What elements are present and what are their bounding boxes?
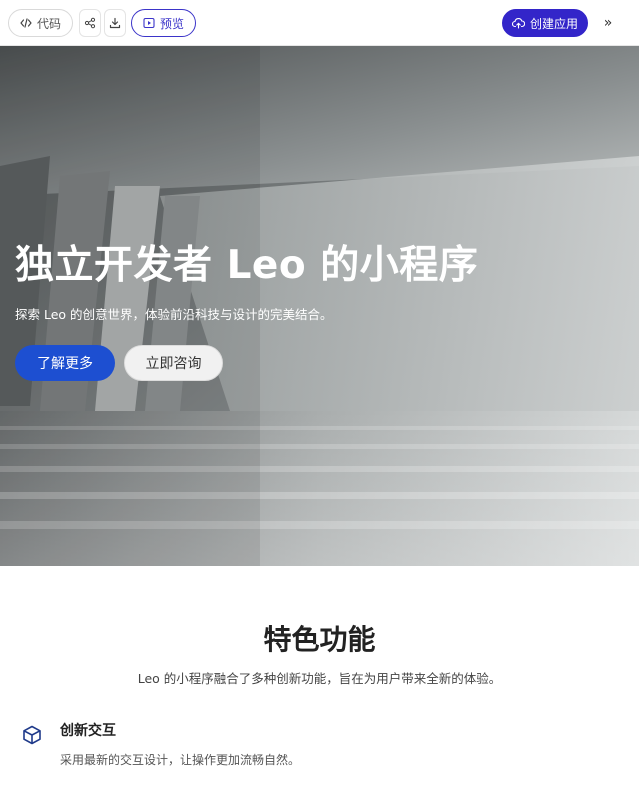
share-icon bbox=[84, 17, 96, 29]
hero-subtitle: 探索 Leo 的创意世界，体验前沿科技与设计的完美结合。 bbox=[15, 307, 333, 322]
code-button[interactable]: 代码 bbox=[8, 9, 73, 37]
hero-title: 独立开发者 Leo 的小程序 bbox=[15, 243, 479, 288]
hero-section: 独立开发者 Leo 的小程序 探索 Leo 的创意世界，体验前沿科技与设计的完美… bbox=[0, 46, 639, 566]
features-subtitle: Leo 的小程序融合了多种创新功能，旨在为用户带来全新的体验。 bbox=[137, 671, 502, 686]
download-button[interactable] bbox=[104, 9, 126, 37]
expand-panel-button[interactable]: » bbox=[600, 13, 616, 33]
code-icon bbox=[20, 18, 32, 28]
share-button[interactable] bbox=[79, 9, 101, 37]
top-toolbar: 代码 预览 创建应用 » bbox=[0, 0, 639, 46]
features-title: 特色功能 bbox=[263, 623, 376, 656]
feature-item-description: 采用最新的交互设计，让操作更加流畅自然。 bbox=[60, 753, 301, 767]
consult-now-button[interactable]: 立即咨询 bbox=[124, 345, 223, 381]
play-icon bbox=[143, 17, 155, 29]
create-app-button[interactable]: 创建应用 bbox=[502, 9, 588, 37]
feature-item-title: 创新交互 bbox=[60, 723, 116, 739]
preview-button[interactable]: 预览 bbox=[131, 9, 196, 37]
cloud-upload-icon bbox=[511, 18, 525, 29]
create-app-label: 创建应用 bbox=[529, 16, 578, 31]
cube-icon bbox=[23, 725, 41, 745]
preview-button-label: 预览 bbox=[159, 16, 184, 31]
code-button-label: 代码 bbox=[36, 16, 61, 31]
learn-more-button[interactable]: 了解更多 bbox=[15, 345, 115, 381]
download-icon bbox=[109, 17, 121, 29]
